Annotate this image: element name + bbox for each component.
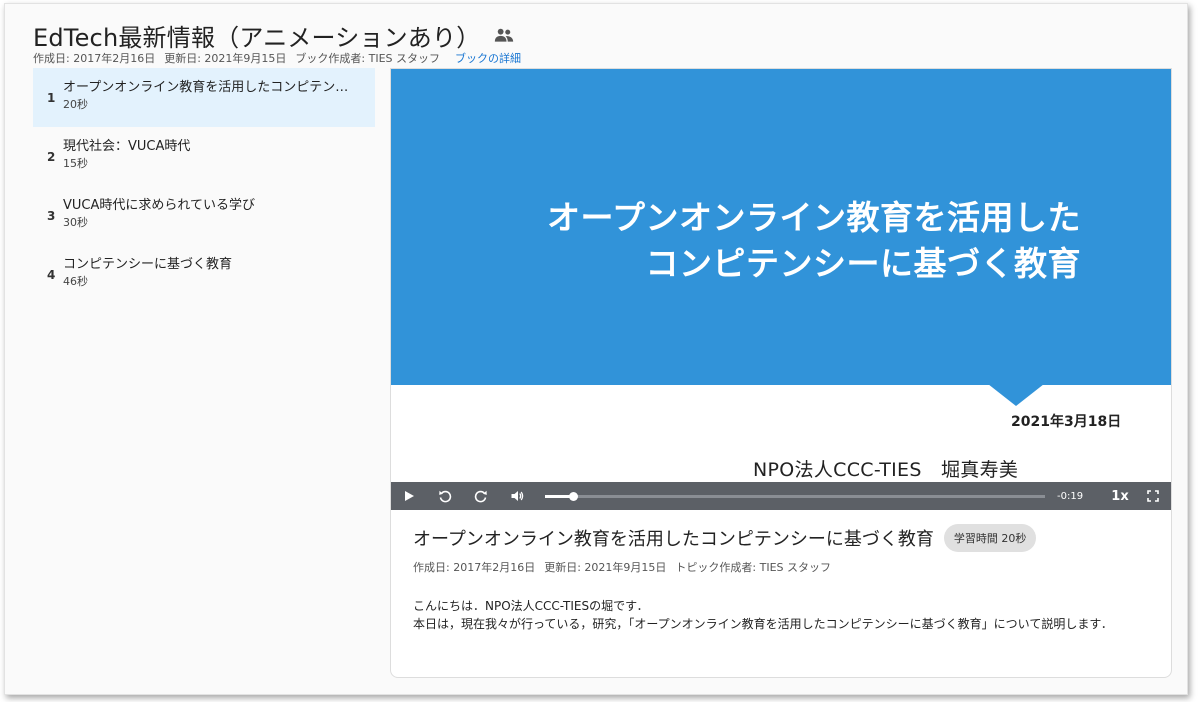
book-updated: 更新日: 2021年9月15日: [164, 52, 287, 65]
topic-item-duration: 30秒: [63, 216, 88, 229]
topic-item-duration: 15秒: [63, 157, 88, 170]
topic-description-line: 本日は，現在我々が行っている，研究，「オープンオンライン教育を活用したコンピテン…: [413, 617, 1113, 631]
topic-number: 3: [47, 209, 56, 223]
topic-content-card: オープンオンライン教育を活用した コンピテンシーに基づく教育 2021年3月18…: [390, 68, 1172, 678]
forward-button[interactable]: [463, 482, 499, 510]
playback-speed-button[interactable]: 1x: [1105, 489, 1135, 504]
topic-description-line: こんにちは．NPO法人CCC-TIESの堀です．: [413, 599, 649, 613]
slide-title-line: オープンオンライン教育を活用した: [546, 198, 1081, 237]
topic-number: 4: [47, 268, 56, 282]
play-icon: [405, 491, 414, 501]
topic-meta: 作成日: 2017年2月16日 更新日: 2021年9月15日 トピック作成者:…: [413, 559, 831, 575]
topic-item-title: オープンオンライン教育を活用したコンピテン…: [63, 80, 349, 95]
topic-title: オープンオンライン教育を活用したコンピテンシーに基づく教育: [413, 529, 934, 550]
slide-date: 2021年3月18日: [1011, 414, 1122, 430]
fullscreen-icon: [1147, 490, 1159, 502]
topic-item-title: コンピテンシーに基づく教育: [63, 257, 233, 272]
topic-list-item[interactable]: 1 オープンオンライン教育を活用したコンピテン… 20秒: [33, 68, 375, 127]
slide-title-line: コンピテンシーに基づく教育: [645, 244, 1081, 283]
topic-list-item[interactable]: 3 VUCA時代に求められている学び 30秒: [33, 186, 375, 245]
volume-icon: [511, 491, 524, 501]
rewind-icon: [439, 490, 452, 503]
topic-number: 1: [47, 91, 56, 105]
book-author: ブック作成者: TIES スタッフ: [295, 52, 441, 65]
topic-list-item[interactable]: 2 現代社会：VUCA時代 15秒: [33, 127, 375, 186]
topic-list: 1 オープンオンライン教育を活用したコンピテン… 20秒 2 現代社会：VUCA…: [33, 68, 375, 304]
rewind-button[interactable]: [427, 482, 463, 510]
progress-bar[interactable]: [545, 491, 1045, 501]
slide-author: NPO法人CCC-TIES 堀真寿美: [753, 459, 1019, 481]
topic-item-title: 現代社会：VUCA時代: [63, 139, 191, 154]
topic-updated: 更新日: 2021年9月15日: [544, 561, 667, 574]
book-details-link[interactable]: ブックの詳細: [455, 50, 521, 66]
progress-thumb[interactable]: [568, 491, 578, 501]
book-header: EdTech最新情報（アニメーションあり）: [33, 18, 514, 52]
fullscreen-button[interactable]: [1135, 482, 1171, 510]
topic-description: こんにちは．NPO法人CCC-TIESの堀です． 本日は，現在我々が行っている，…: [413, 597, 1153, 633]
topic-list-item[interactable]: 4 コンピテンシーに基づく教育 46秒: [33, 245, 375, 304]
duration-chip: 学習時間 20秒: [943, 524, 1037, 552]
topic-header: オープンオンライン教育を活用したコンピテンシーに基づく教育 学習時間 20秒: [413, 524, 1037, 552]
book-meta: 作成日: 2017年2月16日 更新日: 2021年9月15日 ブック作成者: …: [33, 50, 521, 66]
people-icon[interactable]: [494, 27, 514, 43]
book-created: 作成日: 2017年2月16日: [33, 52, 156, 65]
topic-item-duration: 46秒: [63, 275, 88, 288]
volume-button[interactable]: [499, 482, 535, 510]
book-title: EdTech最新情報（アニメーションあり）: [33, 23, 481, 52]
time-remaining: -0:19: [1057, 490, 1084, 502]
play-button[interactable]: [391, 482, 427, 510]
forward-icon: [474, 490, 487, 503]
topic-author: トピック作成者: TIES スタッフ: [675, 561, 832, 574]
topic-item-title: VUCA時代に求められている学び: [63, 198, 255, 213]
topic-item-duration: 20秒: [63, 98, 88, 111]
slide-title: オープンオンライン教育を活用した コンピテンシーに基づく教育: [547, 195, 1081, 287]
slide-video[interactable]: オープンオンライン教育を活用した コンピテンシーに基づく教育 2021年3月18…: [391, 69, 1171, 482]
topic-created: 作成日: 2017年2月16日: [413, 561, 536, 574]
slide-banner-pointer: [988, 384, 1044, 406]
topic-number: 2: [47, 150, 56, 164]
book-viewer: EdTech最新情報（アニメーションあり） 作成日: 2017年2月16日 更新…: [4, 3, 1188, 695]
video-player-controls: -0:19 1x: [391, 482, 1171, 510]
